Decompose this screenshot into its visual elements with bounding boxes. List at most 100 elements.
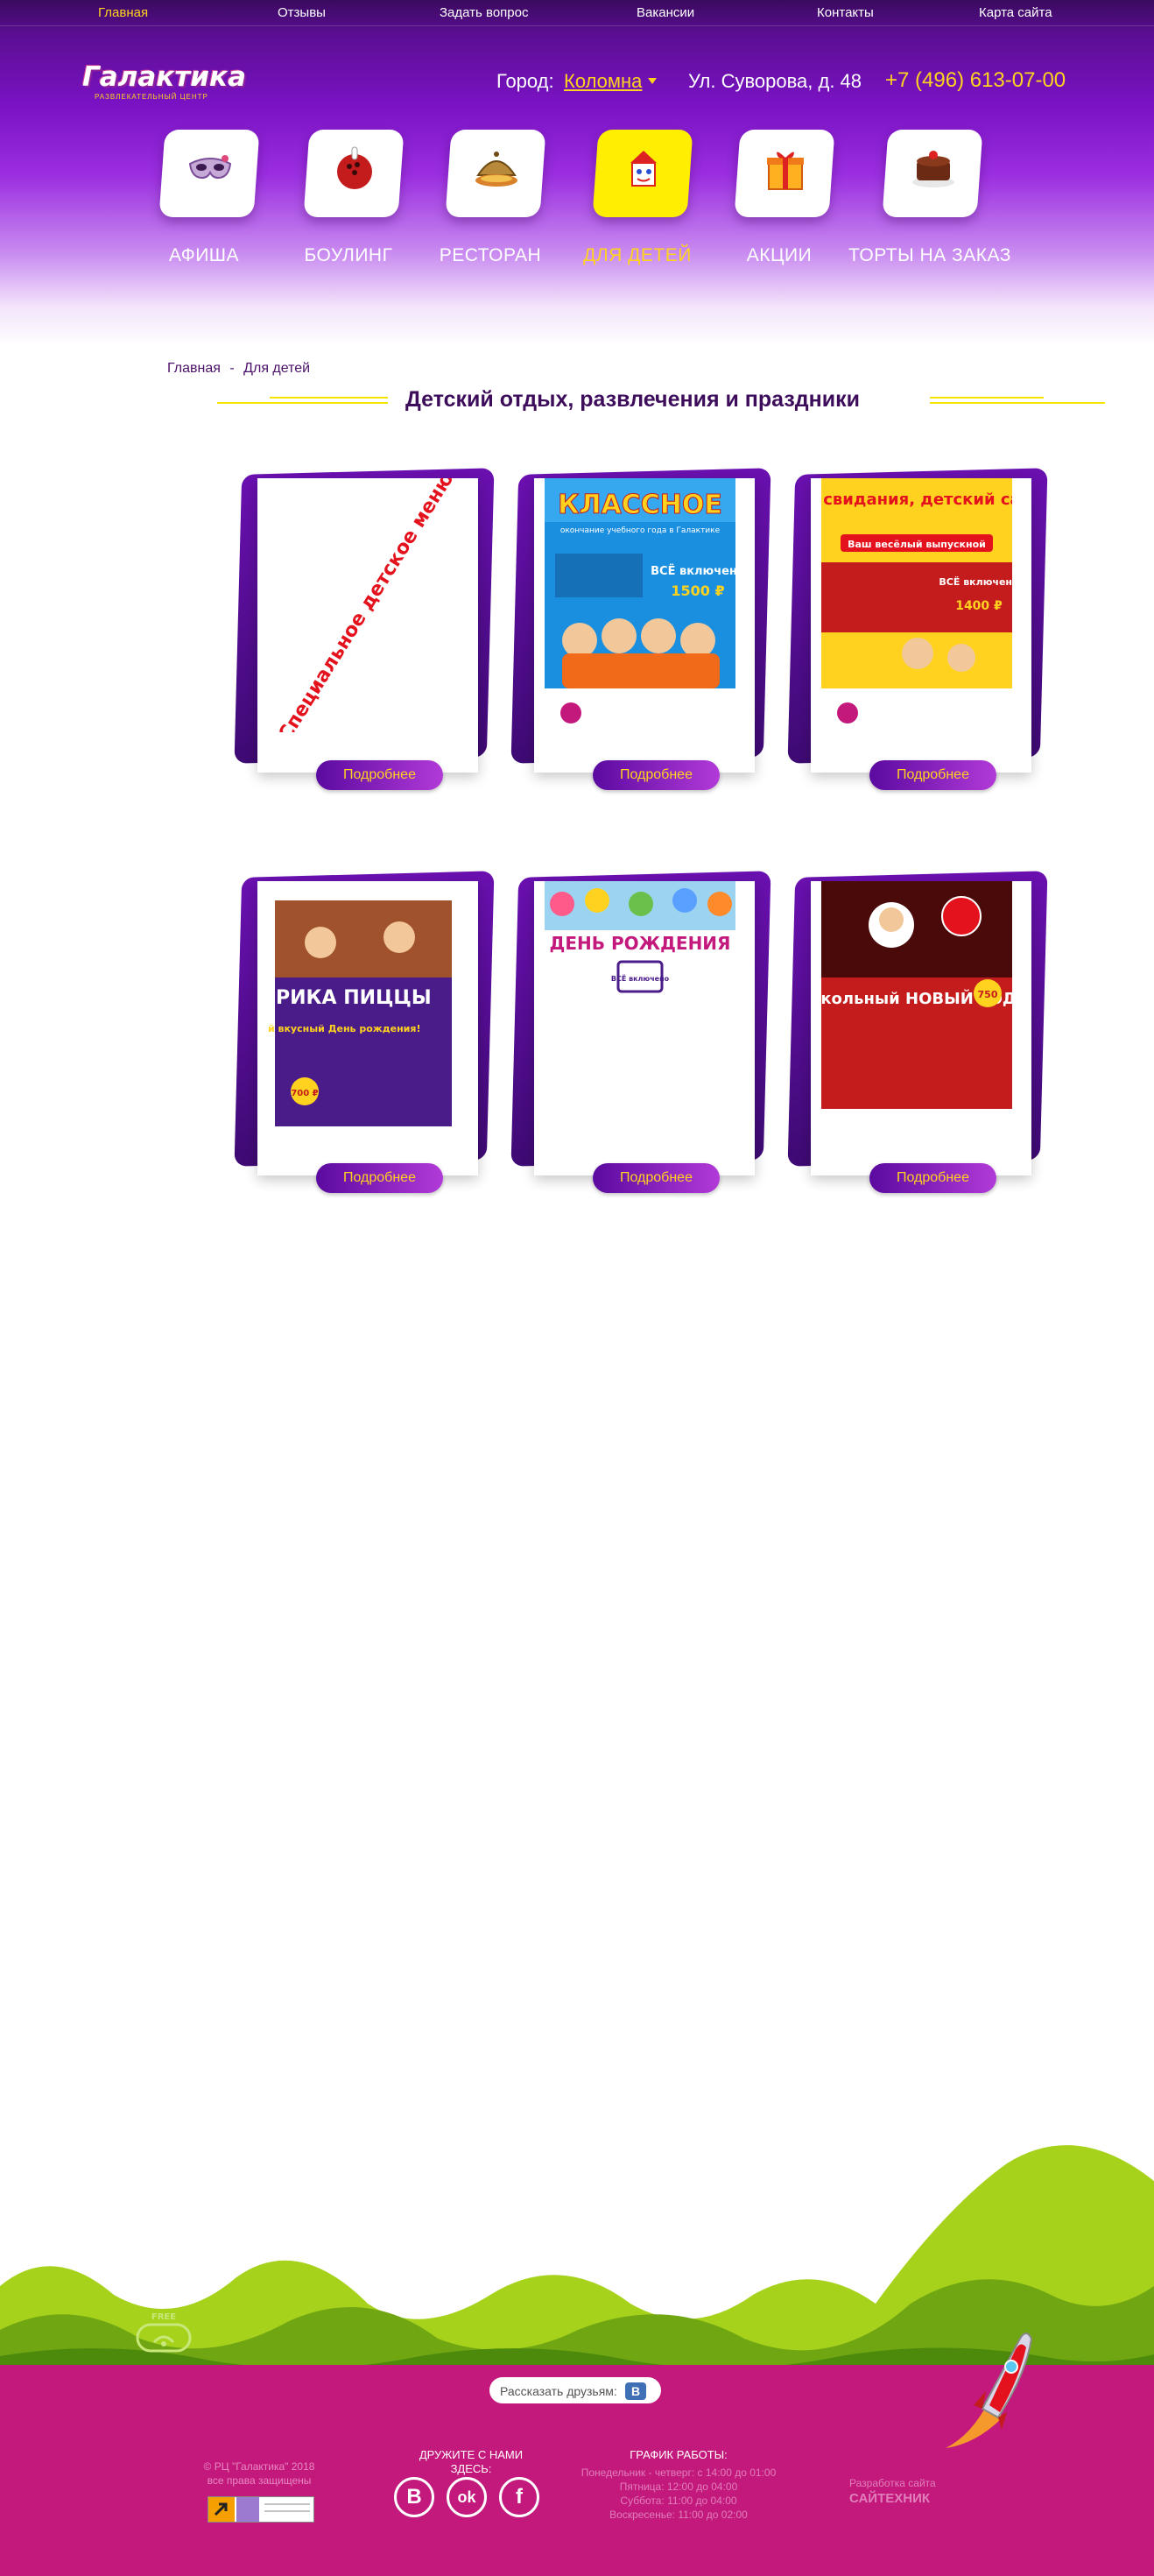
poster-badge: ВСЁ включено bbox=[939, 575, 1012, 588]
poster-subtitle: Ваш весёлый выпускной bbox=[848, 539, 986, 550]
card-body: ФАБРИКА ПИЦЦЫ Самый вкусный День рождени… bbox=[257, 881, 478, 1193]
offer-card[interactable]: Специальное детское меню Подробнее bbox=[234, 468, 495, 790]
category-label: РЕСТОРАН bbox=[439, 245, 542, 265]
poster-birthday[interactable]: ДЕНЬ РОЖДЕНИЯ ВСЁ включено bbox=[545, 881, 735, 1135]
schedule-line: Воскресенье: 11:00 до 02:00 bbox=[609, 2509, 748, 2521]
category-kids[interactable]: ДЛЯ ДЕТЕЙ bbox=[559, 130, 716, 274]
visitor-counter[interactable] bbox=[208, 2496, 314, 2523]
poster-subtitle: Самый вкусный День рождения! bbox=[268, 1023, 420, 1034]
copyright: © РЦ "Галактика" 2018 все права защищены bbox=[194, 2460, 324, 2488]
title-decoration-left bbox=[217, 397, 388, 404]
poster-title: ДЕНЬ РОЖДЕНИЯ bbox=[550, 933, 731, 954]
vk-share-icon[interactable]: В bbox=[625, 2382, 646, 2400]
nav-home-link[interactable]: Главная bbox=[98, 5, 148, 20]
category-label: БОУЛИНГ bbox=[304, 245, 393, 265]
address: Ул. Суворова, д. 48 bbox=[688, 70, 862, 92]
breadcrumb-separator: - bbox=[229, 361, 235, 376]
poster-price: 750 bbox=[978, 989, 998, 1000]
facebook-icon[interactable]: f bbox=[499, 2477, 539, 2517]
schedule-title: ГРАФИК РАБОТЫ: bbox=[630, 2448, 728, 2461]
poster-price: 1400 ₽ bbox=[955, 599, 1003, 613]
title-decoration-right bbox=[930, 397, 1105, 404]
rocket-icon bbox=[928, 2321, 1042, 2452]
poster-school-end[interactable]: КЛАССНОЕ окончание учебного года в Галак… bbox=[545, 478, 735, 732]
category-label: ТОРТЫ НА ЗАКАЗ bbox=[848, 245, 1011, 265]
breadcrumb-home-link[interactable]: Главная bbox=[167, 361, 221, 376]
follow-title: ДРУЖИТЕ С НАМИ ЗДЕСЬ: bbox=[419, 2448, 524, 2475]
offer-card[interactable]: Школьный НОВЫЙ ГОД 750 Подробнее bbox=[787, 871, 1048, 1193]
logo[interactable]: Галактика РАЗВЛЕКАТЕЛЬНЫЙ ЦЕНТР bbox=[82, 61, 246, 105]
developer-link[interactable]: САЙТЕХНИК bbox=[849, 2491, 930, 2506]
category-afisha[interactable]: АФИША bbox=[125, 130, 283, 274]
dish-icon bbox=[473, 145, 520, 193]
poster-kids-menu[interactable]: Специальное детское меню bbox=[268, 478, 459, 732]
offer-card[interactable]: ФАБРИКА ПИЦЦЫ Самый вкусный День рождени… bbox=[234, 871, 495, 1193]
share-label: Рассказать друзьям: bbox=[500, 2384, 617, 2398]
poster-kindergarten-graduation[interactable]: До свидания, детский сад! Ваш весёлый вы… bbox=[821, 478, 1012, 732]
offer-card[interactable]: ДЕНЬ РОЖДЕНИЯ ВСЁ включено Подробнее bbox=[510, 871, 771, 1193]
breadcrumb-current: Для детей bbox=[243, 361, 311, 376]
schedule-line: Пятница: 12:00 до 04:00 bbox=[619, 2481, 738, 2493]
category-restaurant[interactable]: РЕСТОРАН bbox=[412, 130, 569, 274]
nav-vacancies-link[interactable]: Вакансии bbox=[637, 5, 694, 20]
city-selector[interactable]: Коломна bbox=[564, 70, 642, 93]
details-button[interactable]: Подробнее bbox=[593, 760, 720, 790]
nav-contacts-link[interactable]: Контакты bbox=[817, 5, 874, 20]
mask-icon bbox=[186, 145, 234, 193]
poster-pizza-factory[interactable]: ФАБРИКА ПИЦЦЫ Самый вкусный День рождени… bbox=[268, 881, 459, 1135]
category-promotions[interactable]: АКЦИИ bbox=[700, 130, 858, 274]
category-label: АКЦИИ bbox=[746, 245, 813, 265]
cake-icon bbox=[910, 145, 957, 193]
details-button[interactable]: Подробнее bbox=[869, 760, 996, 790]
schedule-line: Суббота: 11:00 до 04:00 bbox=[620, 2495, 737, 2507]
card-body: ДЕНЬ РОЖДЕНИЯ ВСЁ включено Подробнее bbox=[534, 881, 755, 1193]
schedule-line: Понедельник - четверг: с 14:00 до 01:00 bbox=[581, 2467, 777, 2479]
poster-subtitle: окончание учебного года в Галактике bbox=[560, 526, 721, 535]
offer-card[interactable]: КЛАССНОЕ окончание учебного года в Галак… bbox=[510, 468, 771, 790]
share-box[interactable]: Рассказать друзьям: В bbox=[488, 2375, 663, 2405]
city-label: Город: bbox=[496, 70, 554, 92]
bowling-icon bbox=[331, 145, 378, 193]
logo-tagline: РАЗВЛЕКАТЕЛЬНЫЙ ЦЕНТР bbox=[95, 93, 208, 101]
nav-ask-question-link[interactable]: Задать вопрос bbox=[440, 5, 528, 20]
header: Главная Отзывы Задать вопрос Вакансии Ко… bbox=[0, 0, 1154, 350]
schedule: Понедельник - четверг: с 14:00 до 01:00 … bbox=[567, 2466, 790, 2522]
poster-school-new-year[interactable]: Школьный НОВЫЙ ГОД 750 bbox=[821, 881, 1012, 1135]
nav-sitemap-link[interactable]: Карта сайта bbox=[979, 5, 1052, 20]
gift-icon bbox=[762, 145, 809, 193]
copyright-line: все права защищены bbox=[207, 2474, 312, 2487]
logo-text: Галактика bbox=[82, 61, 246, 93]
details-button[interactable]: Подробнее bbox=[593, 1163, 720, 1193]
card-body: До свидания, детский сад! Ваш весёлый вы… bbox=[811, 478, 1031, 790]
developer-label: Разработка сайта bbox=[849, 2477, 936, 2489]
category-label: ДЛЯ ДЕТЕЙ bbox=[583, 245, 692, 265]
odnoklassniki-icon[interactable]: ok bbox=[447, 2477, 487, 2517]
offer-card[interactable]: До свидания, детский сад! Ваш весёлый вы… bbox=[787, 468, 1048, 790]
chevron-down-icon[interactable] bbox=[648, 78, 657, 84]
card-body: Школьный НОВЫЙ ГОД 750 Подробнее bbox=[811, 881, 1031, 1193]
poster-price: 1500 ₽ bbox=[671, 582, 724, 599]
category-cakes[interactable]: ТОРТЫ НА ЗАКАЗ bbox=[848, 130, 1011, 274]
breadcrumb: Главная - Для детей bbox=[167, 361, 315, 377]
card-body: КЛАССНОЕ окончание учебного года в Галак… bbox=[534, 478, 755, 790]
wifi-icon: FREE bbox=[133, 2309, 194, 2358]
nav-reviews-link[interactable]: Отзывы bbox=[278, 5, 326, 20]
phone-number[interactable]: +7 (496) 613-07-00 bbox=[885, 68, 1066, 93]
kids-icon bbox=[620, 145, 667, 193]
details-button[interactable]: Подробнее bbox=[316, 760, 443, 790]
card-body: Специальное детское меню Подробнее bbox=[257, 478, 478, 790]
poster-title: КЛАССНОЕ bbox=[558, 490, 722, 520]
poster-badge: ВСЁ включено bbox=[611, 974, 670, 983]
details-button[interactable]: Подробнее bbox=[869, 1163, 996, 1193]
details-button[interactable]: Подробнее bbox=[316, 1163, 443, 1193]
top-navigation: Главная Отзывы Задать вопрос Вакансии Ко… bbox=[0, 0, 1154, 26]
wifi-label: FREE bbox=[151, 2312, 176, 2322]
poster-badge: ВСЁ включено bbox=[651, 564, 735, 578]
poster-price: 700 ₽ bbox=[291, 1089, 318, 1098]
page-title: Детский отдых, развлечения и праздники bbox=[405, 387, 861, 412]
copyright-line: © РЦ "Галактика" 2018 bbox=[203, 2460, 315, 2473]
category-label: АФИША bbox=[168, 245, 240, 265]
poster-title: ФАБРИКА ПИЦЦЫ bbox=[268, 987, 432, 1009]
vk-icon[interactable]: В bbox=[394, 2477, 434, 2517]
category-bowling[interactable]: БОУЛИНГ bbox=[270, 130, 427, 274]
